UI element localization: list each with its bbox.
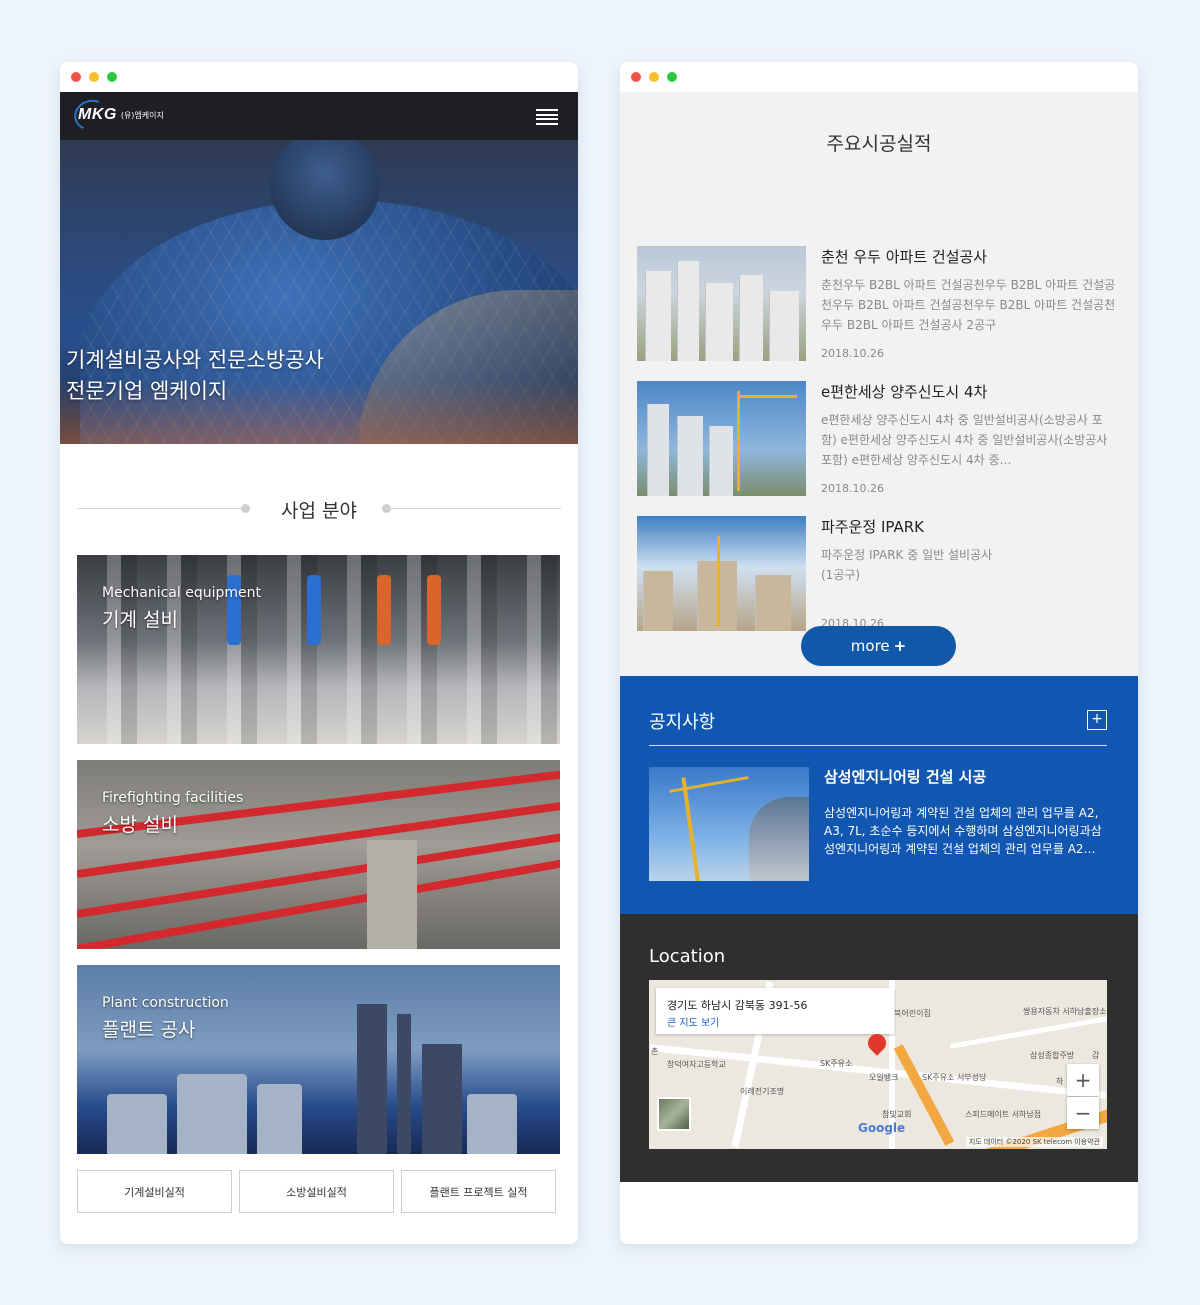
- minimize-dot[interactable]: [649, 72, 659, 82]
- hero-title-line: 기계설비공사와 전문소방공사: [66, 348, 324, 372]
- google-logo: Google: [858, 1121, 906, 1135]
- menu-icon[interactable]: [536, 109, 558, 125]
- project-title: 파주운정 IPARK: [821, 518, 924, 536]
- more-button[interactable]: more +: [801, 626, 956, 666]
- map-marker-icon[interactable]: [864, 1030, 890, 1056]
- performance-buttons: 기계설비실적 소방설비실적 플랜트 프로젝트 실적: [77, 1170, 556, 1213]
- more-label: more: [850, 637, 890, 655]
- location-section: Location 북어린이집 쌍용자동차 서하남출장소 삼성종합주방 창덕여자고…: [620, 914, 1138, 1182]
- project-thumbnail: [637, 381, 806, 496]
- project-item[interactable]: e편한세상 양주신도시 4차 e편한세상 양주신도시 4차 중 일반설비공사(소…: [637, 381, 1121, 496]
- plant-project-performance-button[interactable]: 플랜트 프로젝트 실적: [401, 1170, 556, 1213]
- mobile-preview-left: MKG (유)엠케이지 기계설비공사와 전문소방공사 전문기업 엠케이지 사업 …: [60, 62, 578, 1244]
- window-chrome: [620, 62, 1138, 92]
- site-header: MKG (유)엠케이지: [60, 92, 578, 140]
- card-mechanical-equipment[interactable]: Mechanical equipment 기계 설비: [77, 555, 560, 744]
- project-thumbnail: [637, 516, 806, 631]
- firefighting-performance-button[interactable]: 소방설비실적: [239, 1170, 394, 1213]
- satellite-view-toggle[interactable]: [657, 1097, 691, 1131]
- maximize-dot[interactable]: [667, 72, 677, 82]
- hero-banner: 기계설비공사와 전문소방공사 전문기업 엠케이지: [60, 140, 578, 444]
- project-description: 파주운정 IPARK 중 일반 설비공사 (1공구): [821, 548, 993, 582]
- card-title-ko: 기계 설비: [102, 609, 178, 631]
- project-date: 2018.10.26: [821, 347, 884, 360]
- close-dot[interactable]: [631, 72, 641, 82]
- window-chrome: [60, 62, 578, 92]
- minimize-dot[interactable]: [89, 72, 99, 82]
- card-title-ko: 플랜트 공사: [102, 1019, 196, 1041]
- logo-mark: MKG: [78, 106, 117, 123]
- section-title: 주요시공실적: [826, 133, 932, 155]
- project-title: e편한세상 양주신도시 4차: [821, 383, 988, 401]
- mobile-preview-right: 주요시공실적 춘천 우두 아파트 건설공사 춘천우두 B2BL 아파트 건설공천…: [620, 62, 1138, 1244]
- project-description: 춘천우두 B2BL 아파트 건설공천우두 B2BL 아파트 건설공천우두 B2B…: [821, 278, 1116, 332]
- hero-title-line: 전문기업 엠케이지: [66, 379, 228, 403]
- card-title-en: Plant construction: [102, 995, 229, 1011]
- maximize-dot[interactable]: [107, 72, 117, 82]
- map-address: 경기도 하남시 감북동 391-56: [667, 999, 808, 1012]
- logo-subtitle: (유)엠케이지: [120, 110, 164, 120]
- map-credit[interactable]: 지도 데이터 ©2020 SK telecom 이용약관: [965, 1137, 1103, 1147]
- project-item[interactable]: 파주운정 IPARK 파주운정 IPARK 중 일반 설비공사 (1공구) 20…: [637, 516, 1121, 631]
- business-section-heading: 사업 분야: [60, 444, 578, 556]
- project-title: 춘천 우두 아파트 건설공사: [821, 248, 988, 266]
- major-projects-section: 주요시공실적 춘천 우두 아파트 건설공사 춘천우두 B2BL 아파트 건설공천…: [620, 92, 1138, 676]
- notice-description: 삼성엔지니어링과 계약된 건설 업체의 관리 업무를 A2, A3, 7L, 초…: [824, 806, 1102, 856]
- plus-icon: +: [893, 637, 907, 655]
- mechanical-performance-button[interactable]: 기계설비실적: [77, 1170, 232, 1213]
- notice-more-plus-icon[interactable]: +: [1087, 710, 1107, 730]
- location-heading: Location: [649, 946, 726, 967]
- zoom-in-button[interactable]: +: [1067, 1064, 1099, 1096]
- project-date: 2018.10.26: [821, 482, 884, 495]
- notice-heading: 공지사항: [649, 712, 716, 733]
- big-map-link[interactable]: 큰 지도 보기: [667, 1014, 719, 1029]
- hero-title: 기계설비공사와 전문소방공사 전문기업 엠케이지: [66, 345, 324, 407]
- zoom-out-button[interactable]: −: [1067, 1097, 1099, 1129]
- notice-section: 공지사항 + 삼성엔지니어링 건설 시공 삼성엔지니어링과 계약된 건설 업체의…: [620, 676, 1138, 914]
- card-firefighting-facilities[interactable]: Firefighting facilities 소방 설비: [77, 760, 560, 949]
- project-item[interactable]: 춘천 우두 아파트 건설공사 춘천우두 B2BL 아파트 건설공천우두 B2BL…: [637, 246, 1121, 361]
- card-title-en: Firefighting facilities: [102, 790, 244, 806]
- map-address-card: 경기도 하남시 감북동 391-56 큰 지도 보기: [656, 988, 894, 1034]
- section-title: 사업 분야: [281, 500, 357, 522]
- card-title-en: Mechanical equipment: [102, 585, 261, 601]
- embedded-map[interactable]: 북어린이집 쌍용자동차 서하남출장소 삼성종합주방 창덕여자고등학교 SK주유소…: [649, 980, 1107, 1149]
- notice-title[interactable]: 삼성엔지니어링 건설 시공: [824, 766, 986, 787]
- site-logo[interactable]: MKG (유)엠케이지: [78, 106, 164, 124]
- project-thumbnail: [637, 246, 806, 361]
- project-description: e편한세상 양주신도시 4차 중 일반설비공사(소방공사 포함) e편한세상 양…: [821, 413, 1108, 467]
- notice-thumbnail[interactable]: [649, 767, 809, 881]
- close-dot[interactable]: [71, 72, 81, 82]
- card-title-ko: 소방 설비: [102, 814, 178, 836]
- card-plant-construction[interactable]: Plant construction 플랜트 공사: [77, 965, 560, 1154]
